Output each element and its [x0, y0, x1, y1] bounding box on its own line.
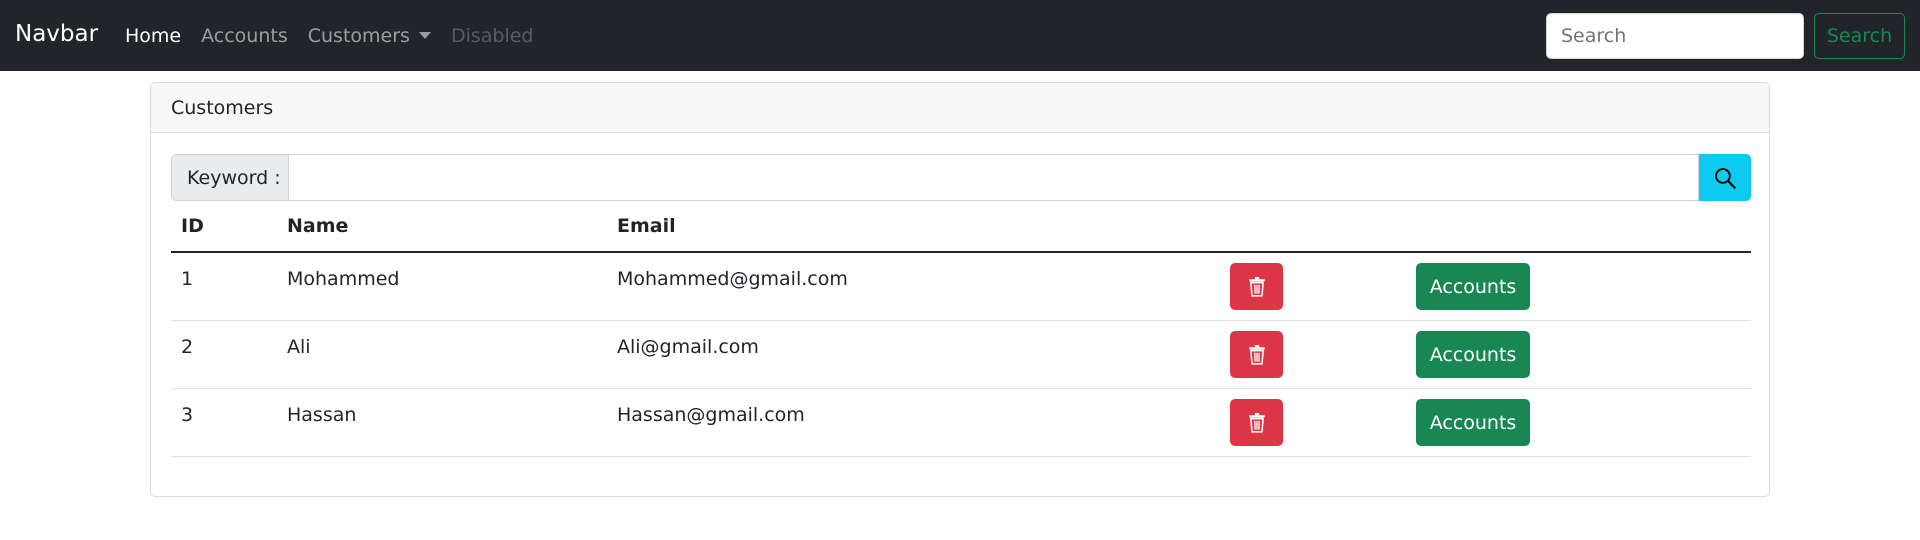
column-header-email: Email: [617, 215, 676, 237]
delete-button[interactable]: [1230, 399, 1283, 446]
cell-email: Hassan@gmail.com: [617, 404, 805, 426]
trash-icon: [1248, 276, 1265, 297]
cell-id: 3: [181, 404, 194, 426]
accounts-button[interactable]: Accounts: [1416, 331, 1530, 378]
keyword-search-group: Keyword :: [171, 154, 1751, 201]
trash-icon: [1248, 344, 1265, 365]
cell-name: Mohammed: [287, 268, 400, 290]
cell-id: 2: [181, 336, 194, 358]
table-row: 3 Hassan Hassan@gmail.com Accounts: [171, 389, 1751, 457]
accounts-button[interactable]: Accounts: [1416, 399, 1530, 446]
nav-link-home[interactable]: Home: [125, 25, 181, 47]
accounts-button[interactable]: Accounts: [1416, 263, 1530, 310]
navbar-search-input[interactable]: [1546, 13, 1804, 59]
column-header-id: ID: [181, 215, 204, 237]
cell-email: Ali@gmail.com: [617, 336, 759, 358]
nav-dropdown-customers[interactable]: Customers: [308, 25, 431, 47]
nav-dropdown-label: Customers: [307, 25, 410, 47]
nav-link-disabled: Disabled: [450, 25, 534, 47]
nav-link-accounts[interactable]: Accounts: [201, 25, 288, 47]
table-row: 1 Mohammed Mohammed@gmail.com Accounts: [171, 253, 1751, 321]
keyword-input[interactable]: [289, 154, 1699, 201]
customers-card: Customers Keyword : ID Name Email 1 Moha…: [150, 82, 1770, 497]
navbar-search-button[interactable]: Search: [1814, 13, 1905, 59]
cell-id: 1: [181, 268, 194, 290]
column-header-name: Name: [287, 215, 349, 237]
search-icon: [1715, 167, 1736, 189]
keyword-search-button[interactable]: [1699, 154, 1751, 201]
caret-down-icon: [418, 32, 431, 39]
customers-table: ID Name Email 1 Mohammed Mohammed@gmail.…: [171, 201, 1751, 457]
keyword-label: Keyword :: [171, 154, 289, 201]
cell-email: Mohammed@gmail.com: [617, 268, 848, 290]
table-header: ID Name Email: [171, 201, 1751, 253]
nav-links: Home Accounts Customers Disabled: [125, 25, 553, 47]
cell-name: Hassan: [287, 404, 357, 426]
navbar-brand[interactable]: Navbar: [15, 21, 98, 47]
table-row: 2 Ali Ali@gmail.com Accounts: [171, 321, 1751, 389]
delete-button[interactable]: [1230, 331, 1283, 378]
cell-name: Ali: [287, 336, 311, 358]
navbar: Navbar Home Accounts Customers Disabled …: [0, 0, 1920, 71]
card-header: Customers: [151, 83, 1769, 133]
delete-button[interactable]: [1230, 263, 1283, 310]
trash-icon: [1248, 412, 1265, 433]
